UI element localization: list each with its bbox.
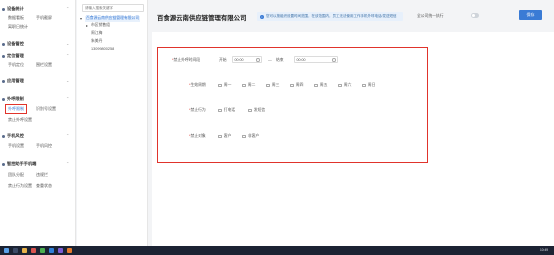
taskbar: 10:49 xyxy=(0,246,554,255)
chevron-up-icon: ⌃ xyxy=(66,96,70,101)
sidebar-item-data-board[interactable]: 数据看板 xyxy=(8,15,24,21)
checkbox-icon xyxy=(266,83,270,88)
app-icon[interactable] xyxy=(40,248,45,253)
weekday-sunday[interactable]: 周日 xyxy=(362,83,375,88)
chevron-down-icon: ⌄ xyxy=(66,78,70,83)
forbidden-target-label: *禁止对象 xyxy=(189,134,206,138)
sidebar-item-dup-status[interactable]: 查重状态 xyxy=(36,183,52,189)
sidebar-section-app-management[interactable]: 应用管理 ⌄ xyxy=(2,78,69,84)
tree-node-caret-icon[interactable]: ▸ xyxy=(86,23,88,28)
page-title: 百食源云南供应链管理有限公司 xyxy=(157,15,247,22)
checkbox-icon xyxy=(290,83,294,88)
section-dot-icon xyxy=(2,42,5,46)
behavior-call[interactable]: 打电话 xyxy=(218,108,235,113)
tree-node-company[interactable]: 百食源云南供应链管理有限公司 xyxy=(85,15,141,22)
forbidden-behavior-label: *禁止行为 xyxy=(189,108,206,112)
tree-node-member[interactable]: 朱美丹 xyxy=(91,39,102,44)
section-dot-icon xyxy=(2,134,5,138)
chevron-up-icon: ⌃ xyxy=(66,6,70,11)
weekday-friday[interactable]: 周五 xyxy=(314,83,327,88)
taskbar-clock: 10:49 xyxy=(540,248,548,252)
sidebar-item-fence-settings[interactable]: 围栏设置 xyxy=(36,62,52,68)
sidebar-item-caller-id[interactable]: 识别号设置 xyxy=(36,106,56,112)
end-time-picker[interactable]: 00:00 xyxy=(294,56,338,63)
clock-icon xyxy=(255,58,260,62)
time-range-label: *禁止外呼时间段 xyxy=(172,58,201,62)
checkbox-icon xyxy=(218,83,222,88)
sidebar-item-resign-stats[interactable]: 离职日统计 xyxy=(8,24,28,30)
start-time-picker[interactable]: 00:00 xyxy=(232,56,262,63)
sidebar-section-phone-risk[interactable]: 手机风控 ⌃ xyxy=(2,133,69,139)
weekday-thursday[interactable]: 周四 xyxy=(290,83,303,88)
section-dot-icon xyxy=(2,54,5,58)
search-icon[interactable] xyxy=(13,248,18,253)
start-icon[interactable] xyxy=(4,248,9,253)
notice-text: 您可以按组织设置时间范围，在该范围内，员工无法使用工作手机外呼电话/发送短信 xyxy=(266,14,397,18)
checkbox-icon xyxy=(362,83,366,88)
end-time-value: 00:00 xyxy=(296,57,306,62)
sidebar-section-assistant[interactable]: 智控助手手机端 ⌃ xyxy=(2,161,69,167)
weekday-tuesday[interactable]: 周二 xyxy=(242,83,255,88)
sidebar-item-forbidden-behavior[interactable]: 禁止行为设置 xyxy=(8,183,32,189)
chevron-up-icon: ⌃ xyxy=(66,53,70,58)
section-dot-icon xyxy=(2,162,5,166)
weekday-saturday[interactable]: 周六 xyxy=(338,83,351,88)
end-label: 结束 xyxy=(276,58,284,62)
chevron-down-icon: ⌄ xyxy=(66,41,70,46)
company-wide-toggle[interactable] xyxy=(471,13,479,18)
target-non-customer[interactable]: 非客户 xyxy=(242,134,259,139)
app-icon[interactable] xyxy=(58,248,63,253)
folder-icon[interactable] xyxy=(22,248,27,253)
week-cycle-label: *生效周期 xyxy=(189,83,206,87)
call-limit-form: *禁止外呼时间段 开始 00:00 — 结束 00:00 *生效周期 周一 周二… xyxy=(157,47,428,163)
tree-search[interactable] xyxy=(82,4,144,12)
checkbox-icon xyxy=(242,83,246,88)
clock-icon xyxy=(331,58,336,62)
start-label: 开始 xyxy=(219,58,227,62)
behavior-sms[interactable]: 发短信 xyxy=(248,108,265,113)
section-dot-icon xyxy=(2,97,5,101)
tree-node-member[interactable]: 周江梅 xyxy=(91,31,102,36)
sidebar-section-location[interactable]: 定位管理 ⌃ xyxy=(2,53,69,59)
sidebar-item-no-call-settings[interactable]: 禁止外呼设置 xyxy=(8,117,32,123)
target-customer[interactable]: 客户 xyxy=(218,134,231,139)
chevron-up-icon: ⌃ xyxy=(66,133,70,138)
range-dash: — xyxy=(268,58,272,62)
app-icon[interactable] xyxy=(67,248,72,253)
sidebar-section-device-control[interactable]: 设备管控 ⌄ xyxy=(2,41,69,47)
sidebar: 设备统计 ⌃ 数据看板 手机截屏 离职日统计 设备管控 ⌄ 定位管理 ⌃ 手机定… xyxy=(0,0,76,246)
browser-icon[interactable] xyxy=(49,248,54,253)
sidebar-item-phone-settings[interactable]: 手机设置 xyxy=(8,143,24,149)
sidebar-item-screenshot[interactable]: 手机截屏 xyxy=(36,15,52,21)
section-dot-icon xyxy=(2,79,5,83)
chevron-up-icon: ⌃ xyxy=(66,161,70,166)
app-icon[interactable] xyxy=(31,248,36,253)
checkbox-icon xyxy=(218,134,222,139)
checkbox-icon xyxy=(314,83,318,88)
info-notice: i 您可以按组织设置时间范围，在该范围内，员工无法使用工作手机外呼电话/发送短信 xyxy=(257,12,403,21)
sidebar-item-phone-risk[interactable]: 手机风控 xyxy=(36,143,52,149)
tree-node-sales-group[interactable]: 市区销售组 xyxy=(91,23,110,28)
tree-node-member[interactable]: 13099800258 xyxy=(91,47,114,51)
sidebar-item-team-assign[interactable]: 团队分配 xyxy=(8,172,24,178)
sidebar-item-violation[interactable]: 违规拦 xyxy=(36,172,48,178)
sidebar-section-call-limit[interactable]: 外呼限制 ⌃ xyxy=(2,96,69,102)
weekday-monday[interactable]: 周一 xyxy=(218,83,231,88)
org-tree-panel: ▾ 百食源云南供应链管理有限公司 ▸ 市区销售组 周江梅 朱美丹 1309980… xyxy=(77,0,148,246)
sidebar-item-call-limit[interactable]: 外呼限制 xyxy=(5,104,27,114)
checkbox-icon xyxy=(338,83,342,88)
start-time-value: 00:00 xyxy=(234,57,244,62)
sidebar-section-device-stats[interactable]: 设备统计 ⌃ xyxy=(2,6,69,12)
checkbox-icon xyxy=(248,108,252,113)
save-button[interactable]: 保存 xyxy=(519,10,542,20)
info-icon: i xyxy=(260,14,264,19)
sidebar-item-phone-location[interactable]: 手机定位 xyxy=(8,62,24,68)
weekday-wednesday[interactable]: 周三 xyxy=(266,83,279,88)
section-dot-icon xyxy=(2,7,5,11)
tree-node-caret-icon[interactable]: ▾ xyxy=(80,16,82,21)
checkbox-icon xyxy=(218,108,222,113)
company-wide-label: 全公司统一执行 xyxy=(417,14,444,18)
checkbox-icon xyxy=(242,134,246,139)
tree-search-input[interactable] xyxy=(85,6,139,10)
